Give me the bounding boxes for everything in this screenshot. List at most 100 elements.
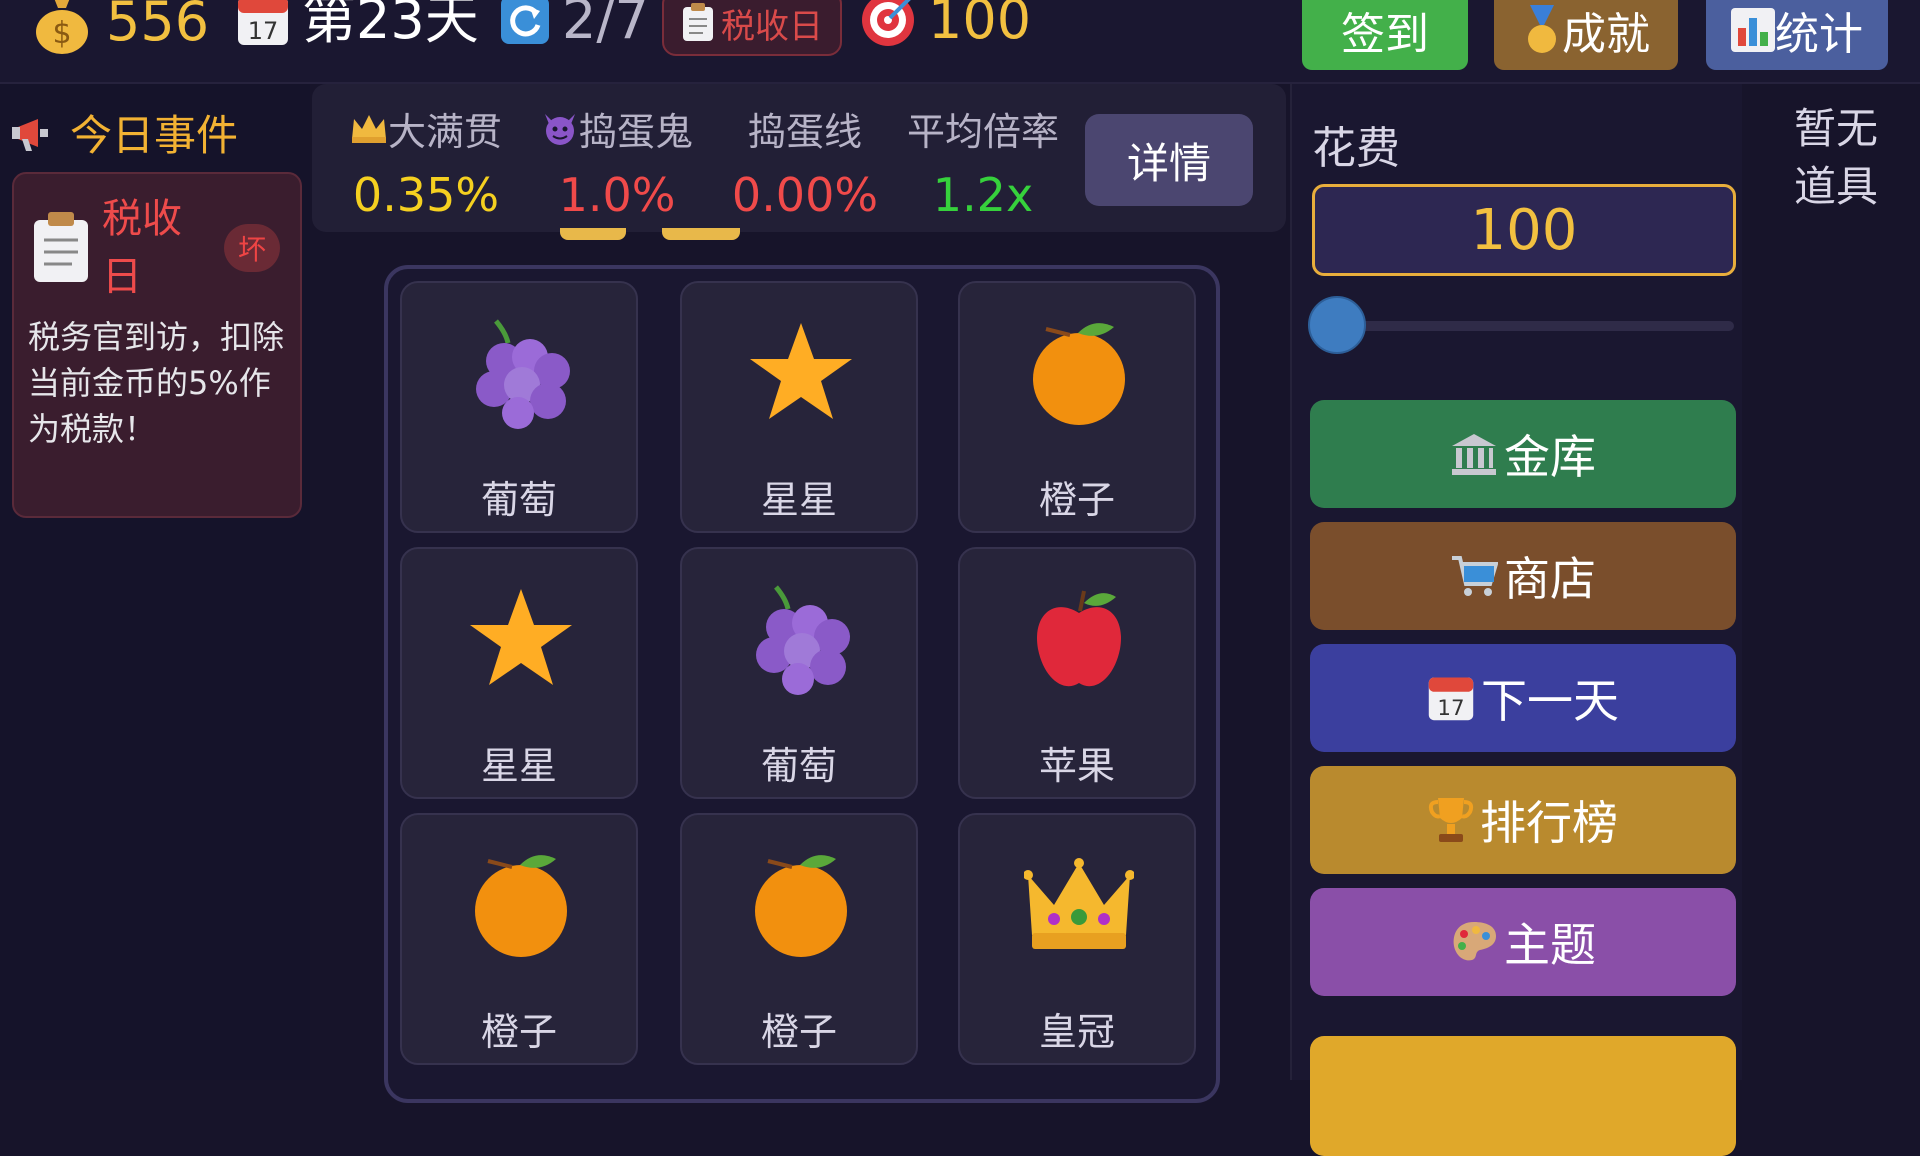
- odds-stats-bar: 大满贯 0.35% 捣蛋鬼 1.0% 捣蛋线 0.00% 平均倍率 1.2x 详…: [312, 84, 1286, 232]
- stat-troll-line-label: 捣蛋线: [747, 109, 862, 154]
- stat-jackpot: 大满贯 0.35%: [342, 102, 510, 222]
- stat-troll-label: 捣蛋鬼: [578, 109, 693, 154]
- slot-cell: 葡萄: [680, 547, 918, 799]
- star-icon: [470, 589, 572, 685]
- hidden-banner-peek: [662, 228, 740, 240]
- stat-troll-value: 1.0%: [558, 168, 676, 222]
- devil-icon: [544, 114, 575, 145]
- day-counter: 17 第23天: [236, 0, 479, 50]
- event-panel: 今日事件 税收日 坏 税务官到访，扣除当前金币的5%作为税款！: [0, 84, 310, 1080]
- bet-slider-track[interactable]: [1342, 321, 1734, 331]
- event-card: 税收日 坏 税务官到访，扣除当前金币的5%作为税款！: [12, 172, 302, 518]
- crown-icon: [351, 115, 386, 143]
- stat-multiplier: 平均倍率 1.2x: [898, 102, 1068, 223]
- slot-cell-label: 橙子: [760, 1010, 837, 1054]
- orange-icon: [1033, 323, 1125, 425]
- props-panel: 暂无道具: [1742, 84, 1920, 1080]
- slot-cell-label: 葡萄: [760, 744, 837, 788]
- apple-icon: [1037, 590, 1121, 687]
- medal-icon: [1528, 5, 1556, 53]
- vault-label: 金库: [1504, 430, 1596, 484]
- event-section-title: 今日事件: [70, 111, 239, 160]
- shop-button[interactable]: 商店: [1310, 522, 1736, 630]
- clipboard-icon: [34, 212, 88, 282]
- slot-cell-label: 星星: [760, 478, 837, 522]
- bet-input[interactable]: 100: [1312, 184, 1736, 276]
- calendar-icon: 17: [1428, 677, 1474, 721]
- slot-cell-label: 星星: [480, 744, 557, 788]
- leaderboard-label: 排行榜: [1480, 796, 1618, 850]
- stat-troll-line-value: 0.00%: [731, 168, 879, 222]
- svg-text:$: $: [52, 16, 71, 51]
- stat-troll: 捣蛋鬼 1.0%: [532, 102, 702, 222]
- svg-text:17: 17: [1437, 696, 1464, 721]
- stat-multiplier-label: 平均倍率: [906, 109, 1059, 154]
- stat-troll-line: 捣蛋线 0.00%: [720, 102, 890, 223]
- slot-cell-label: 苹果: [1038, 744, 1115, 788]
- crown-icon: [1024, 858, 1134, 949]
- megaphone-icon: [12, 118, 48, 151]
- next-day-button[interactable]: 17 下一天: [1310, 644, 1736, 752]
- spin-value: 2/7: [562, 0, 649, 51]
- theme-button[interactable]: 主题: [1310, 888, 1736, 996]
- partial-action-button[interactable]: [1310, 1036, 1736, 1156]
- control-panel: 花费 100 金库 商店 17 下一天 排行榜 主题: [1290, 84, 1742, 1156]
- bar-chart-icon: [1731, 8, 1775, 52]
- slot-cell: 橙子: [400, 813, 638, 1065]
- shopping-cart-icon: [1452, 556, 1498, 596]
- event-description: 税务官到访，扣除当前金币的5%作为税款！: [28, 318, 285, 448]
- slot-cell: 苹果: [958, 547, 1196, 799]
- svg-text:17: 17: [248, 17, 279, 45]
- grape-icon: [476, 319, 570, 429]
- event-type-badge: 坏: [224, 224, 280, 272]
- orange-icon: [755, 855, 847, 957]
- slot-cell-label: 皇冠: [1038, 1010, 1115, 1054]
- slot-cell: 橙子: [680, 813, 918, 1065]
- orange-icon: [475, 855, 567, 957]
- slot-cell-label: 橙子: [1038, 478, 1115, 522]
- event-tag: 税收日: [662, 0, 842, 56]
- leaderboard-button[interactable]: 排行榜: [1310, 766, 1736, 874]
- trophy-icon: [1428, 798, 1474, 842]
- slot-cell: 皇冠: [958, 813, 1196, 1065]
- top-status-bar: $ 556 17 第23天 2/7 税收日 100 签到 成就 统计: [0, 0, 1920, 84]
- details-button[interactable]: 详情: [1085, 114, 1253, 206]
- target-counter: 100: [860, 0, 1031, 50]
- money-bag-icon: $: [36, 0, 88, 54]
- stats-label: 统计: [1775, 9, 1863, 60]
- clipboard-icon: [683, 3, 713, 41]
- palette-icon: [1453, 922, 1496, 961]
- stat-jackpot-value: 0.35%: [352, 168, 500, 222]
- event-name: 税收日: [102, 196, 182, 300]
- stats-button[interactable]: 统计: [1706, 0, 1888, 70]
- stat-jackpot-label: 大满贯: [387, 109, 502, 154]
- target-icon: [862, 0, 914, 46]
- theme-label: 主题: [1504, 918, 1596, 972]
- coin-value: 556: [106, 0, 210, 53]
- spin-counter: 2/7: [500, 0, 649, 50]
- slot-grid: 葡萄 星星 橙子 星星 葡萄 苹果 橙子 橙子 皇冠: [384, 265, 1220, 1103]
- grape-icon: [756, 585, 850, 695]
- stat-multiplier-value: 1.2x: [932, 168, 1034, 222]
- shop-label: 商店: [1504, 552, 1596, 606]
- slot-cell-label: 橙子: [480, 1010, 557, 1054]
- checkin-button[interactable]: 签到: [1302, 0, 1468, 70]
- slot-cell: 橙子: [958, 281, 1196, 533]
- event-section-header: 今日事件: [12, 102, 238, 163]
- achievement-button[interactable]: 成就: [1494, 0, 1678, 70]
- bank-icon: [1452, 434, 1496, 475]
- bet-label: 花费: [1312, 123, 1400, 174]
- vault-button[interactable]: 金库: [1310, 400, 1736, 508]
- coin-counter: $ 556: [32, 0, 209, 54]
- slot-cell-label: 葡萄: [480, 478, 557, 522]
- props-empty-text: 暂无道具: [1794, 104, 1879, 211]
- refresh-icon: [501, 0, 549, 44]
- star-icon: [750, 323, 852, 419]
- hidden-banner-peek: [560, 228, 626, 240]
- next-day-label: 下一天: [1481, 674, 1619, 728]
- slot-cell: 星星: [680, 281, 918, 533]
- bet-slider-thumb[interactable]: [1308, 296, 1366, 354]
- target-value: 100: [928, 0, 1032, 51]
- event-tag-label: 税收日: [721, 6, 823, 47]
- achievement-label: 成就: [1562, 9, 1650, 60]
